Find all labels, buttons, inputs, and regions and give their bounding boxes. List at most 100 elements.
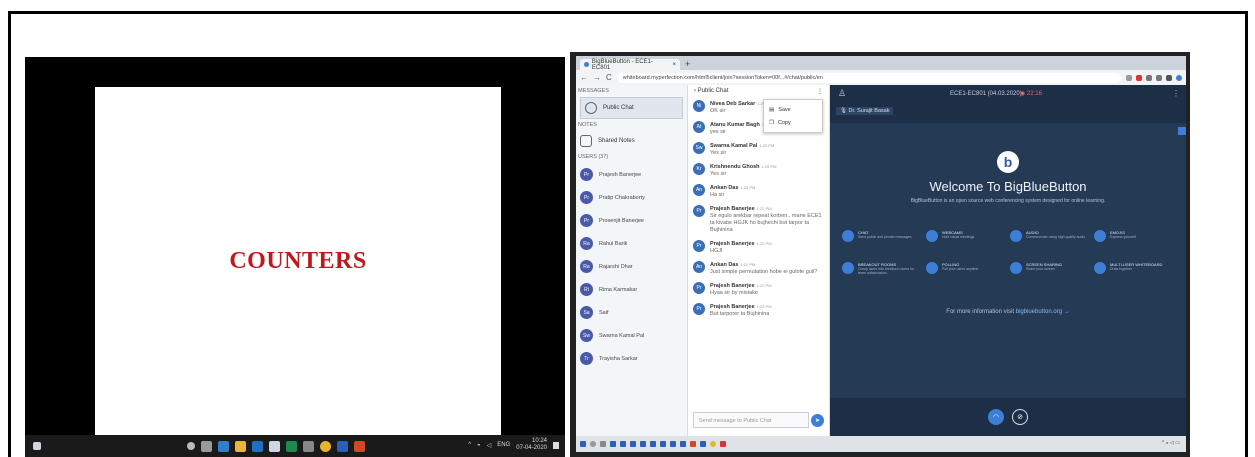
windows-start-icon[interactable] <box>33 442 41 450</box>
chat-options-icon[interactable]: ⋮ <box>817 88 823 95</box>
powerpoint-icon[interactable] <box>354 440 365 452</box>
app-icon[interactable] <box>680 441 686 447</box>
app-icon[interactable] <box>650 441 656 447</box>
search-icon[interactable] <box>187 442 195 450</box>
chrome-icon[interactable] <box>710 441 716 447</box>
new-tab-icon[interactable]: + <box>685 59 690 70</box>
reload-icon[interactable]: C <box>606 73 612 82</box>
menu-item-save[interactable]: ▤ Save <box>769 103 817 116</box>
user-list-item[interactable]: Ra Rahul Barik <box>576 232 687 255</box>
tab-close-icon[interactable]: × <box>672 62 676 68</box>
user-list-item[interactable]: Sa Saif <box>576 301 687 324</box>
user-icon[interactable]: ♙ <box>838 88 846 99</box>
options-icon[interactable]: ⋮ <box>1172 89 1180 98</box>
profile-icon[interactable] <box>1176 74 1182 81</box>
browser-tab[interactable]: BigBlueButton - ECE1-EC801 × <box>580 59 680 71</box>
message-body: Swarna Kamal Pal 1:20 PM Yes sir <box>710 142 774 157</box>
settings-icon[interactable] <box>303 440 314 452</box>
user-list-item[interactable]: Tr Trayisha Sarkar <box>576 347 687 370</box>
back-icon[interactable]: ← <box>580 73 588 82</box>
chat-message[interactable]: Pr Prajesh Banerjee 1:23 PM But tarporer ta… <box>688 300 829 321</box>
monitor-photo: BigBlueButton - ECE1-EC801 × + ← → C whi… <box>570 52 1190 457</box>
app-icon[interactable] <box>660 441 666 447</box>
feature-item: Audio Communicate using high quality audi… <box>1010 230 1090 242</box>
message-body: Ankan Das 1:22 PM Just simple permutation … <box>710 261 817 276</box>
search-icon[interactable] <box>590 441 596 447</box>
message-time: 1:22 PM <box>740 262 756 267</box>
chat-title[interactable]: ‹ Public Chat <box>694 88 728 94</box>
feature-item: Webcams Hold visual meetings <box>926 230 1006 242</box>
mail-icon[interactable] <box>252 440 263 452</box>
windows-start-icon[interactable] <box>580 441 586 447</box>
public-chat-item[interactable]: Public Chat <box>580 97 683 119</box>
message-text: Sir egulo arekbar repeat korben.. mane E… <box>710 213 822 233</box>
user-list-item[interactable]: Ri Rima Karmakar <box>576 278 687 301</box>
app-icon[interactable] <box>720 441 726 447</box>
message-body: Prajesh Banerjee 1:22 PM Hyaa sir by mista… <box>710 282 772 297</box>
edge-icon[interactable] <box>218 440 229 452</box>
app-icon[interactable] <box>670 441 676 447</box>
user-list-item[interactable]: Pr Pratip Chakraborty <box>576 186 687 209</box>
user-list-item[interactable]: Sw Swarna Kamal Pal <box>576 324 687 347</box>
app-icon[interactable] <box>640 441 646 447</box>
app-icon[interactable] <box>700 441 706 447</box>
audio-button[interactable]: ◠ <box>988 409 1004 425</box>
user-name: Swarna Kamal Pal <box>599 332 645 339</box>
message-time: 1:23 PM <box>756 304 772 309</box>
recording-indicator[interactable]: ◉ 22:16 <box>1020 90 1042 97</box>
task-view-icon[interactable] <box>600 441 606 447</box>
forward-icon[interactable]: → <box>593 73 601 82</box>
action-bar: ◠ ⊘ <box>830 398 1186 436</box>
chat-message[interactable]: Pr Prajesh Banerjee 1:22 PM Hyaa sir by mis… <box>688 279 829 300</box>
excel-icon[interactable] <box>286 440 297 452</box>
bookmark-star-icon[interactable] <box>1126 74 1132 81</box>
sender-name: Prajesh Banerjee <box>710 241 755 247</box>
url-field[interactable]: whiteboard.myperfection.com/html5client/… <box>616 72 1121 83</box>
bbb-link[interactable]: bigbluebutton.org → <box>1016 309 1070 315</box>
app-icon[interactable] <box>620 441 626 447</box>
sender-name: Atanu Kumar Bagh <box>710 122 760 128</box>
presentation-slide: COUNTERS <box>95 87 501 435</box>
message-time: 1:22 PM <box>756 283 772 288</box>
language-indicator[interactable]: ENG <box>497 442 510 448</box>
notifications-icon[interactable] <box>553 441 559 449</box>
user-list-item[interactable]: Pr Prajesh Banerjee <box>576 163 687 186</box>
browser-window: BigBlueButton - ECE1-EC801 × + ← → C whi… <box>576 56 1186 452</box>
bbb-logo-icon: b <box>997 151 1019 173</box>
app-icon[interactable] <box>630 441 636 447</box>
feature-desc: Group users into breakout rooms for team… <box>858 267 915 275</box>
network-icon[interactable]: ◒ <box>477 442 481 448</box>
avatar: Pr <box>580 191 593 204</box>
file-explorer-icon[interactable] <box>235 440 246 452</box>
clock[interactable]: 10:24 07-04-2020 <box>516 438 547 452</box>
user-list-item[interactable]: Ra Rajarshi Dhar <box>576 255 687 278</box>
extension-icon[interactable] <box>1166 74 1172 81</box>
volume-icon[interactable]: ◁ <box>487 442 492 449</box>
menu-item-copy[interactable]: ❐ Copy <box>769 116 817 129</box>
task-view-icon[interactable] <box>201 440 212 452</box>
user-list-item[interactable]: Pr Prosenjit Banerjee <box>576 209 687 232</box>
camera-button[interactable]: ⊘ <box>1012 409 1028 425</box>
user-name: Rahul Barik <box>599 240 628 247</box>
extension-icon[interactable] <box>1136 74 1142 81</box>
tray-chevron-icon[interactable]: ^ <box>468 442 471 448</box>
chat-message[interactable]: Pr Prajesh Banerjee 1:22 PM Sir egulo arekb… <box>688 202 829 237</box>
chat-message[interactable]: An Ankan Das 1:20 PM Ha sir <box>688 181 829 202</box>
chat-message[interactable]: An Ankan Das 1:22 PM Just simple permutatio… <box>688 258 829 279</box>
send-button[interactable]: ➤ <box>811 414 824 427</box>
chat-message[interactable]: Kr Krishnendu Ghosh 1:20 PM Yes sir <box>688 160 829 181</box>
chat-message[interactable]: Sw Swarna Kamal Pal 1:20 PM Yes sir <box>688 139 829 160</box>
user-name: Pratip Chakraborty <box>599 194 645 201</box>
app-icon[interactable] <box>690 441 696 447</box>
chrome-icon[interactable] <box>320 440 331 452</box>
user-list-panel: MESSAGES Public Chat NOTES Shared Notes … <box>576 85 688 436</box>
app-icon[interactable] <box>610 441 616 447</box>
extension-icon[interactable] <box>1156 74 1162 81</box>
extension-icon[interactable] <box>1146 74 1152 81</box>
shared-notes-item[interactable]: Shared Notes <box>576 131 687 151</box>
chat-message[interactable]: Pr Prajesh Banerjee 1:22 PM HGJI <box>688 237 829 258</box>
camera-off-icon: ⊘ <box>1017 414 1023 421</box>
chat-input[interactable]: Send message to Public Chat <box>693 412 809 428</box>
word-icon[interactable] <box>337 440 348 452</box>
store-icon[interactable] <box>269 440 280 452</box>
